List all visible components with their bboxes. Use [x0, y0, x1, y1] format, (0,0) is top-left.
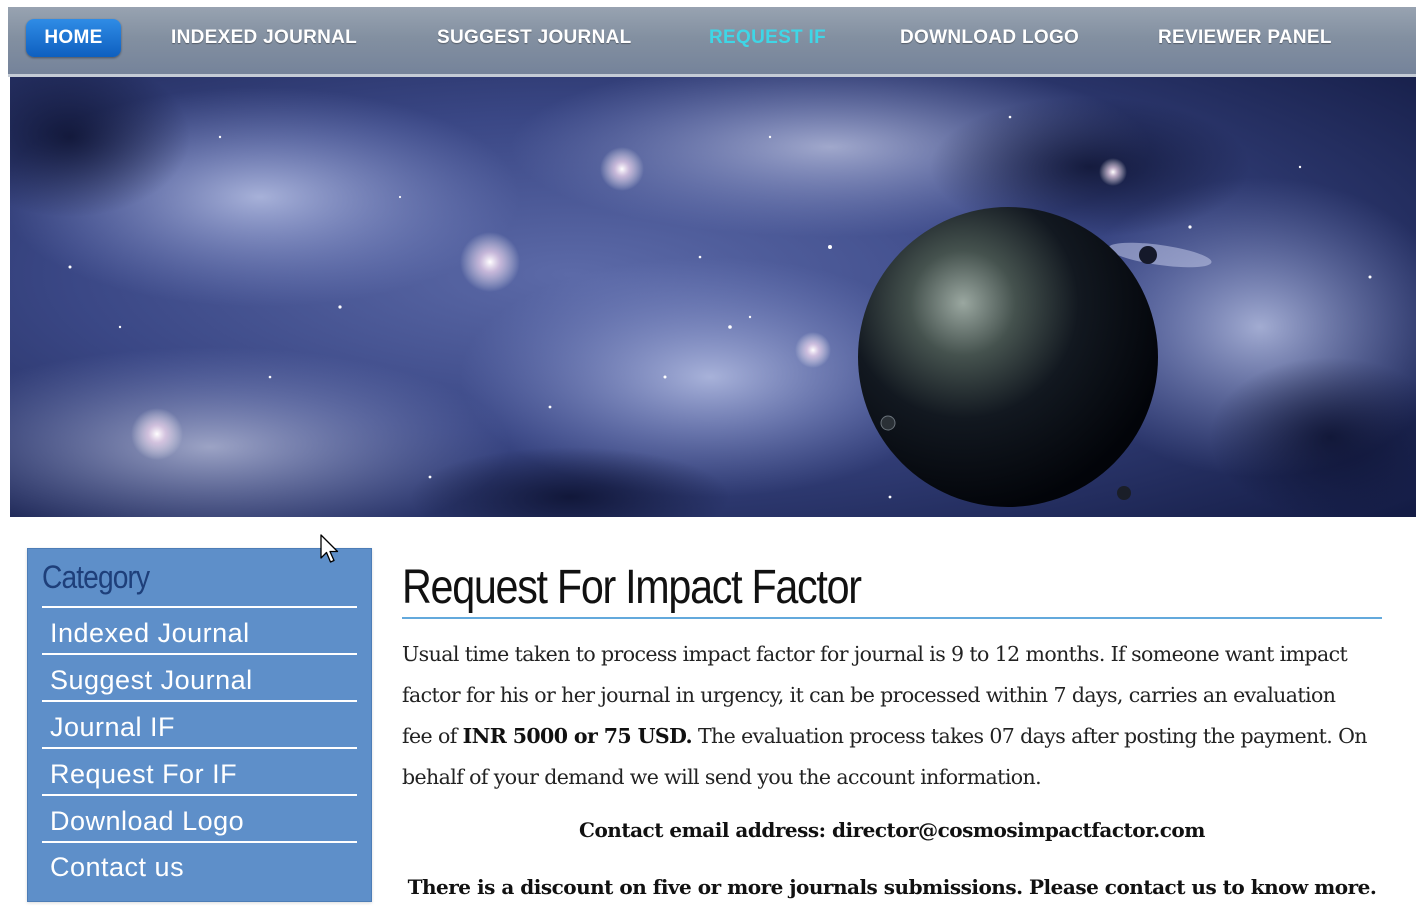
nav-indexed-journal[interactable]: INDEXED JOURNAL — [171, 19, 357, 57]
contact-email-line: Contact email address: director@cosmosim… — [579, 818, 1205, 842]
nav-request-if[interactable]: REQUEST IF — [709, 19, 826, 57]
sidebar-item-contact-us[interactable]: Contact us — [50, 852, 184, 883]
sidebar-item-download-logo[interactable]: Download Logo — [50, 806, 244, 837]
category-sidebar: Category Indexed Journal Suggest Journal… — [27, 548, 372, 902]
sidebar-divider — [42, 606, 357, 608]
evaluation-fee: INR 5000 or 75 USD. — [462, 724, 693, 748]
nav-download-logo[interactable]: DOWNLOAD LOGO — [900, 19, 1079, 57]
sidebar-divider — [42, 747, 357, 749]
mouse-cursor-icon — [320, 534, 340, 571]
sidebar-divider — [42, 794, 357, 796]
page-title: Request For Impact Factor — [402, 561, 862, 614]
nav-home[interactable]: HOME — [26, 19, 121, 57]
top-navigation-bar: HOME INDEXED JOURNAL SUGGEST JOURNAL REQ… — [8, 7, 1416, 77]
sidebar-item-journal-if[interactable]: Journal IF — [50, 712, 175, 743]
description-paragraph: Usual time taken to process impact facto… — [402, 634, 1370, 798]
sidebar-divider — [42, 700, 357, 702]
sidebar-divider — [42, 653, 357, 655]
space-banner-image — [10, 77, 1416, 517]
sidebar-divider — [42, 841, 357, 843]
discount-notice: There is a discount on five or more jour… — [407, 875, 1377, 899]
nav-reviewer-panel[interactable]: REVIEWER PANEL — [1158, 19, 1332, 57]
sidebar-item-indexed-journal[interactable]: Indexed Journal — [50, 618, 250, 649]
title-divider — [402, 617, 1382, 619]
nav-suggest-journal[interactable]: SUGGEST JOURNAL — [437, 19, 632, 57]
sidebar-item-suggest-journal[interactable]: Suggest Journal — [50, 665, 253, 696]
sidebar-item-request-for-if[interactable]: Request For IF — [50, 759, 237, 790]
sidebar-title: Category — [42, 559, 150, 595]
